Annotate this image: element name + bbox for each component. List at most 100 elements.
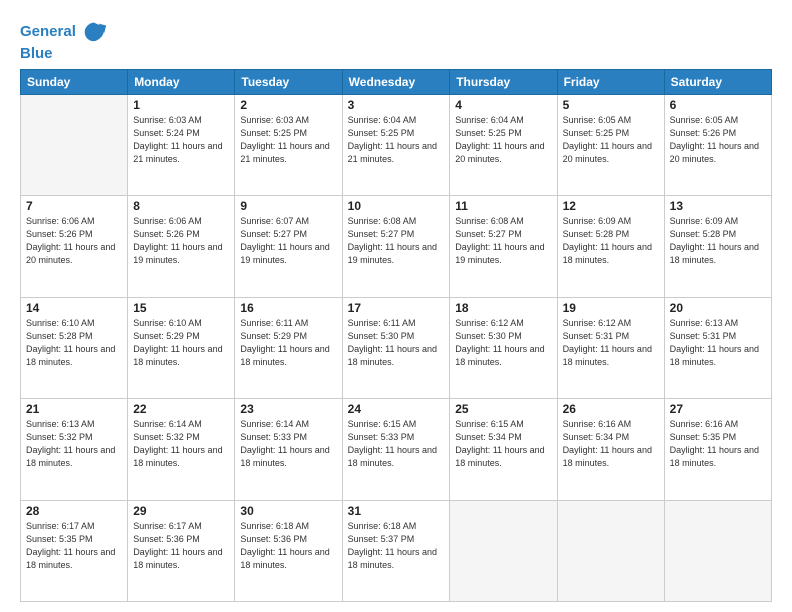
day-info: Sunrise: 6:18 AMSunset: 5:36 PMDaylight:… [240,520,336,572]
header: General Blue [20,18,772,63]
calendar-day-cell: 4 Sunrise: 6:04 AMSunset: 5:25 PMDaylight… [450,94,557,196]
calendar-day-cell: 3 Sunrise: 6:04 AMSunset: 5:25 PMDaylight… [342,94,450,196]
calendar-day-header: Tuesday [235,69,342,94]
calendar-day-cell: 19Sunrise: 6:12 AMSunset: 5:31 PMDayligh… [557,297,664,399]
day-info: Sunrise: 6:06 AMSunset: 5:26 PMDaylight:… [26,215,122,267]
day-number: 14 [26,301,122,315]
day-info: Sunrise: 6:15 AMSunset: 5:33 PMDaylight:… [348,418,445,470]
day-info: Sunrise: 6:04 AMSunset: 5:25 PMDaylight:… [348,114,445,166]
calendar-day-cell: 24 Sunrise: 6:15 AMSunset: 5:33 PMDayligh… [342,399,450,501]
calendar-day-cell: 30 Sunrise: 6:18 AMSunset: 5:36 PMDayligh… [235,500,342,602]
day-number: 11 [455,199,551,213]
day-info: Sunrise: 6:18 AMSunset: 5:37 PMDaylight:… [348,520,445,572]
logo-subtext: Blue [20,46,108,63]
day-number: 23 [240,402,336,416]
calendar-day-cell: 11 Sunrise: 6:08 AMSunset: 5:27 PMDayligh… [450,196,557,298]
day-info: Sunrise: 6:03 AMSunset: 5:25 PMDaylight:… [240,114,336,166]
day-number: 16 [240,301,336,315]
calendar-day-cell [450,500,557,602]
calendar-week-row: 21 Sunrise: 6:13 AMSunset: 5:32 PMDayligh… [21,399,772,501]
day-info: Sunrise: 6:10 AMSunset: 5:29 PMDaylight:… [133,317,229,369]
calendar-day-cell: 17Sunrise: 6:11 AMSunset: 5:30 PMDayligh… [342,297,450,399]
calendar-day-cell: 14 Sunrise: 6:10 AMSunset: 5:28 PMDayligh… [21,297,128,399]
calendar-week-row: 14 Sunrise: 6:10 AMSunset: 5:28 PMDayligh… [21,297,772,399]
day-info: Sunrise: 6:04 AMSunset: 5:25 PMDaylight:… [455,114,551,166]
calendar-day-cell: 12 Sunrise: 6:09 AMSunset: 5:28 PMDayligh… [557,196,664,298]
calendar-day-cell: 31 Sunrise: 6:18 AMSunset: 5:37 PMDayligh… [342,500,450,602]
day-info: Sunrise: 6:13 AMSunset: 5:32 PMDaylight:… [26,418,122,470]
day-number: 10 [348,199,445,213]
calendar-week-row: 1 Sunrise: 6:03 AMSunset: 5:24 PMDaylight… [21,94,772,196]
day-number: 27 [670,402,766,416]
day-info: Sunrise: 6:16 AMSunset: 5:34 PMDaylight:… [563,418,659,470]
logo: General Blue [20,18,108,63]
calendar-day-cell: 10 Sunrise: 6:08 AMSunset: 5:27 PMDayligh… [342,196,450,298]
calendar-day-header: Saturday [664,69,771,94]
day-info: Sunrise: 6:15 AMSunset: 5:34 PMDaylight:… [455,418,551,470]
calendar-day-cell: 5Sunrise: 6:05 AMSunset: 5:25 PMDaylight… [557,94,664,196]
calendar-day-cell [21,94,128,196]
day-info: Sunrise: 6:08 AMSunset: 5:27 PMDaylight:… [455,215,551,267]
day-number: 7 [26,199,122,213]
day-number: 31 [348,504,445,518]
day-number: 12 [563,199,659,213]
day-number: 9 [240,199,336,213]
day-number: 28 [26,504,122,518]
calendar-day-cell: 13Sunrise: 6:09 AMSunset: 5:28 PMDayligh… [664,196,771,298]
calendar-day-cell: 18 Sunrise: 6:12 AMSunset: 5:30 PMDayligh… [450,297,557,399]
day-info: Sunrise: 6:14 AMSunset: 5:33 PMDaylight:… [240,418,336,470]
calendar-header-row: SundayMondayTuesdayWednesdayThursdayFrid… [21,69,772,94]
day-info: Sunrise: 6:06 AMSunset: 5:26 PMDaylight:… [133,215,229,267]
day-info: Sunrise: 6:13 AMSunset: 5:31 PMDaylight:… [670,317,766,369]
calendar-day-cell: 22 Sunrise: 6:14 AMSunset: 5:32 PMDayligh… [128,399,235,501]
logo-icon [80,18,108,46]
day-number: 24 [348,402,445,416]
calendar-table: SundayMondayTuesdayWednesdayThursdayFrid… [20,69,772,603]
day-number: 6 [670,98,766,112]
day-number: 8 [133,199,229,213]
day-number: 25 [455,402,551,416]
day-number: 30 [240,504,336,518]
day-number: 4 [455,98,551,112]
calendar-day-cell: 21 Sunrise: 6:13 AMSunset: 5:32 PMDayligh… [21,399,128,501]
day-number: 18 [455,301,551,315]
day-number: 21 [26,402,122,416]
day-info: Sunrise: 6:09 AMSunset: 5:28 PMDaylight:… [670,215,766,267]
calendar-day-cell: 25 Sunrise: 6:15 AMSunset: 5:34 PMDayligh… [450,399,557,501]
calendar-day-cell: 8 Sunrise: 6:06 AMSunset: 5:26 PMDaylight… [128,196,235,298]
calendar-day-cell: 16Sunrise: 6:11 AMSunset: 5:29 PMDayligh… [235,297,342,399]
calendar-day-cell: 20 Sunrise: 6:13 AMSunset: 5:31 PMDayligh… [664,297,771,399]
calendar-day-header: Friday [557,69,664,94]
day-info: Sunrise: 6:09 AMSunset: 5:28 PMDaylight:… [563,215,659,267]
day-number: 29 [133,504,229,518]
day-info: Sunrise: 6:10 AMSunset: 5:28 PMDaylight:… [26,317,122,369]
calendar-day-cell [664,500,771,602]
day-number: 3 [348,98,445,112]
logo-text: General [20,24,76,41]
calendar-day-cell: 1 Sunrise: 6:03 AMSunset: 5:24 PMDaylight… [128,94,235,196]
calendar-day-cell: 9Sunrise: 6:07 AMSunset: 5:27 PMDaylight… [235,196,342,298]
calendar-day-cell: 27Sunrise: 6:16 AMSunset: 5:35 PMDayligh… [664,399,771,501]
calendar-day-header: Thursday [450,69,557,94]
calendar-day-cell: 2 Sunrise: 6:03 AMSunset: 5:25 PMDaylight… [235,94,342,196]
calendar-day-header: Sunday [21,69,128,94]
day-number: 17 [348,301,445,315]
calendar-week-row: 7 Sunrise: 6:06 AMSunset: 5:26 PMDaylight… [21,196,772,298]
calendar-day-cell: 15Sunrise: 6:10 AMSunset: 5:29 PMDayligh… [128,297,235,399]
day-info: Sunrise: 6:08 AMSunset: 5:27 PMDaylight:… [348,215,445,267]
day-number: 20 [670,301,766,315]
calendar-day-cell: 28Sunrise: 6:17 AMSunset: 5:35 PMDayligh… [21,500,128,602]
calendar-day-cell: 29Sunrise: 6:17 AMSunset: 5:36 PMDayligh… [128,500,235,602]
calendar-day-cell: 6Sunrise: 6:05 AMSunset: 5:26 PMDaylight… [664,94,771,196]
day-number: 1 [133,98,229,112]
day-number: 2 [240,98,336,112]
day-number: 19 [563,301,659,315]
day-number: 22 [133,402,229,416]
day-info: Sunrise: 6:14 AMSunset: 5:32 PMDaylight:… [133,418,229,470]
day-info: Sunrise: 6:12 AMSunset: 5:30 PMDaylight:… [455,317,551,369]
calendar-day-cell: 7 Sunrise: 6:06 AMSunset: 5:26 PMDaylight… [21,196,128,298]
calendar-day-header: Monday [128,69,235,94]
calendar-week-row: 28Sunrise: 6:17 AMSunset: 5:35 PMDayligh… [21,500,772,602]
day-info: Sunrise: 6:03 AMSunset: 5:24 PMDaylight:… [133,114,229,166]
calendar-day-cell [557,500,664,602]
